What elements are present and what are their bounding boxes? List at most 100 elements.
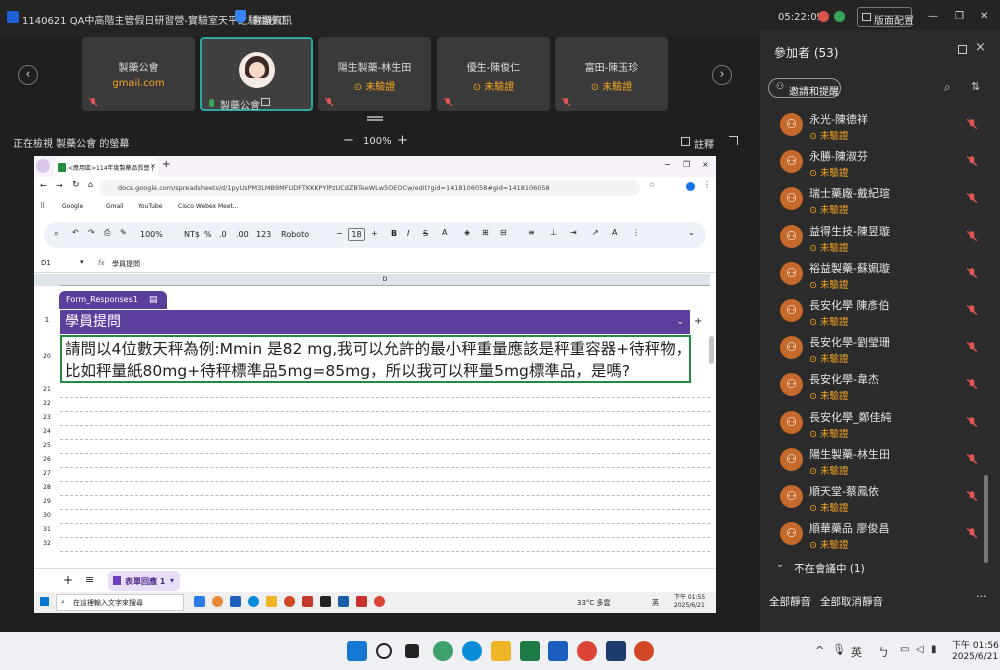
all-sheets-button[interactable]: ≡	[85, 573, 94, 586]
chrome-icon[interactable]	[374, 596, 385, 607]
webex-taskbar-icon[interactable]	[320, 596, 331, 607]
participant-item[interactable]: ⚇ 長安化學 陳彥伯 ⊙ 未驗證	[780, 294, 990, 330]
currency-button[interactable]: NT$	[184, 230, 200, 239]
word-icon[interactable]	[548, 641, 568, 661]
format-button[interactable]: 123	[256, 230, 271, 239]
profile-icon[interactable]	[36, 159, 50, 173]
undo-icon[interactable]: ↶	[72, 228, 79, 237]
windows-start-icon[interactable]	[347, 641, 367, 661]
paint-format-icon[interactable]: ✎	[120, 228, 127, 237]
vertical-scrollbar[interactable]	[709, 336, 714, 364]
layout-button[interactable]: 版面配置	[857, 7, 914, 27]
decrease-decimal-button[interactable]: .0	[219, 230, 227, 239]
restore-button[interactable]: ❐	[955, 11, 964, 22]
italic-button[interactable]: I	[407, 229, 409, 238]
zoom-select[interactable]: 100%	[140, 230, 163, 239]
row-number[interactable]: 21	[34, 386, 60, 393]
bookmark-gmail[interactable]: Gmail	[106, 203, 124, 210]
participant-item[interactable]: ⚇ 順天堂-蔡鳳依 ⊙ 未驗證	[780, 480, 990, 516]
search-menu-icon[interactable]: ⌕	[54, 229, 58, 239]
word-icon[interactable]	[230, 596, 241, 607]
expand-icon[interactable]	[729, 136, 738, 145]
drag-handle[interactable]	[367, 116, 383, 118]
sheet-tab[interactable]: 表單回應 1 ▾	[108, 571, 180, 591]
popout-icon[interactable]	[958, 45, 967, 54]
window-minimize[interactable]: −	[664, 160, 671, 169]
mic-muted-icon[interactable]: 🎙	[832, 643, 846, 656]
video-thumbnail[interactable]: 陽生製藥-林生田 ⊙ 未驗證	[318, 37, 431, 111]
url-input[interactable]: docs.google.com/spreadsheets/d/1pyUsPM3L…	[100, 180, 640, 196]
video-thumbnail[interactable]: 優生-陳俊仁 ⊙ 未驗證	[437, 37, 550, 111]
formula-input[interactable]: 學員提問	[112, 259, 140, 269]
muted-mic-icon[interactable]	[966, 192, 978, 204]
participant-item[interactable]: ⚇ 陽生製藥-林生田 ⊙ 未驗證	[780, 443, 990, 479]
volume-icon[interactable]: ◁	[916, 644, 924, 655]
muted-mic-icon[interactable]	[966, 304, 978, 316]
participant-item[interactable]: ⚇ 永光-陳德祥 ⊙ 未驗證	[780, 108, 990, 144]
remote-search-box[interactable]: ⌕ 在這裡輸入文字來搜尋	[56, 594, 184, 611]
table-menu-icon[interactable]: ▤	[149, 291, 158, 309]
edge-icon[interactable]	[462, 641, 482, 661]
bold-button[interactable]: B	[391, 229, 397, 238]
row-number[interactable]: 20	[34, 353, 60, 360]
ime-indicator[interactable]: 英	[652, 598, 659, 608]
participant-item[interactable]: ⚇ 順華藥品 廖俊昌 ⊙ 未驗證	[780, 517, 990, 553]
back-icon[interactable]: ←	[40, 181, 47, 190]
row-number[interactable]: 24	[34, 428, 60, 435]
reload-icon[interactable]: ↻	[72, 180, 80, 190]
powerpoint-icon[interactable]	[634, 641, 654, 661]
ime-indicator[interactable]: 英	[851, 644, 862, 660]
edge-icon[interactable]	[248, 596, 259, 607]
windows-start-icon[interactable]	[40, 597, 49, 606]
browser-tab[interactable]: <應用區>114年度製藥品質營 | ×	[54, 158, 158, 177]
close-tab-icon[interactable]: ×	[150, 162, 156, 170]
row-number[interactable]: 30	[34, 512, 60, 519]
audio-icon[interactable]	[834, 11, 845, 22]
participant-item[interactable]: ⚇ 益得生技-陳昱璇 ⊙ 未驗證	[780, 220, 990, 256]
increase-decimal-button[interactable]: .00	[236, 230, 249, 239]
participant-item[interactable]: ⚇ 長安化學-韋杰 ⊙ 未驗證	[780, 368, 990, 404]
bookmark-webex[interactable]: Cisco Webex Meet...	[178, 203, 239, 210]
bookmark-google[interactable]: Google	[62, 203, 83, 210]
column-dropdown-icon[interactable]: ⌄	[676, 310, 684, 334]
muted-mic-icon[interactable]	[966, 490, 978, 502]
rotate-icon[interactable]: ↗	[592, 228, 599, 237]
home-icon[interactable]: ⌂	[88, 180, 93, 189]
record-icon[interactable]	[818, 11, 829, 22]
network-icon[interactable]: ▭	[900, 644, 909, 655]
bookmark-youtube[interactable]: YouTube	[138, 203, 162, 210]
row-number[interactable]: 26	[34, 456, 60, 463]
fill-color-icon[interactable]: ◈	[464, 228, 470, 237]
font-size-increase[interactable]: +	[371, 229, 378, 238]
video-thumbnail[interactable]: 製藥公會 gmail.com	[82, 37, 195, 111]
invite-button[interactable]: ⚇ 邀請和提醒	[768, 78, 841, 98]
align-icon[interactable]: ≡	[528, 228, 535, 237]
excel-icon[interactable]	[520, 641, 540, 661]
add-column-button[interactable]: +	[694, 316, 702, 327]
text-color-button[interactable]: A	[442, 228, 447, 237]
print-icon[interactable]: ⎙	[104, 228, 110, 238]
participant-item[interactable]: ⚇ 瑞士藥廠-戴紀瑄 ⊙ 未驗證	[780, 182, 990, 218]
row-number[interactable]: 23	[34, 414, 60, 421]
webex-taskbar-icon[interactable]	[606, 641, 626, 661]
participant-item[interactable]: ⚇ 長安化學-劉瑩珊 ⊙ 未驗證	[780, 331, 990, 367]
shared-screen[interactable]: <應用區>114年度製藥品質營 | × + − ❐ × ← → ↻ ⌂ docs…	[34, 156, 716, 613]
participant-item[interactable]: ⚇ 永勝-陳淑芬 ⊙ 未驗證	[780, 145, 990, 181]
next-thumbnails-button[interactable]: ›	[712, 65, 732, 85]
close-panel-icon[interactable]: ×	[975, 40, 986, 55]
sheet-tab-dropdown-icon[interactable]: ▾	[170, 576, 174, 585]
muted-mic-icon[interactable]	[966, 416, 978, 428]
chevron-down-icon[interactable]: ⌄	[776, 559, 784, 570]
file-explorer-icon[interactable]	[491, 641, 511, 661]
prev-thumbnails-button[interactable]: ‹	[18, 65, 38, 85]
collapse-toolbar-icon[interactable]: ⌄	[688, 228, 695, 237]
taskview-icon[interactable]	[194, 596, 205, 607]
row-number[interactable]: 25	[34, 442, 60, 449]
wrap-icon[interactable]: ⇥	[570, 228, 577, 237]
row-number[interactable]: 32	[34, 540, 60, 547]
name-box-dropdown-icon[interactable]: ▾	[80, 258, 84, 266]
add-sheet-button[interactable]: +	[63, 573, 73, 587]
percent-button[interactable]: %	[204, 230, 212, 239]
muted-mic-icon[interactable]	[966, 378, 978, 390]
text-color-icon[interactable]: A	[612, 228, 617, 237]
